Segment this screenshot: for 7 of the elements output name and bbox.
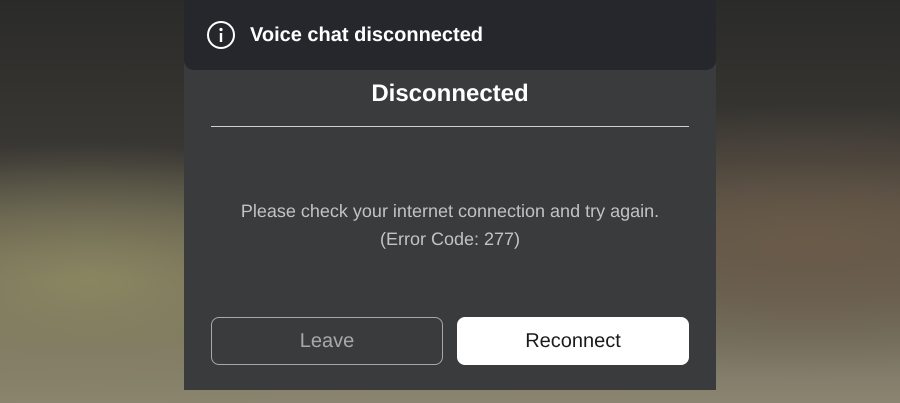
message-text: Please check your internet connection and try again. [240, 200, 660, 223]
toast-message: Voice chat disconnected [250, 24, 484, 46]
error-code: (Error Code: 277) [378, 228, 522, 251]
reconnect-button[interactable]: Reconnect [457, 317, 689, 365]
dialog-title: Disconnected [371, 80, 529, 108]
info-icon [206, 20, 236, 50]
leave-button[interactable]: Leave [211, 317, 443, 365]
